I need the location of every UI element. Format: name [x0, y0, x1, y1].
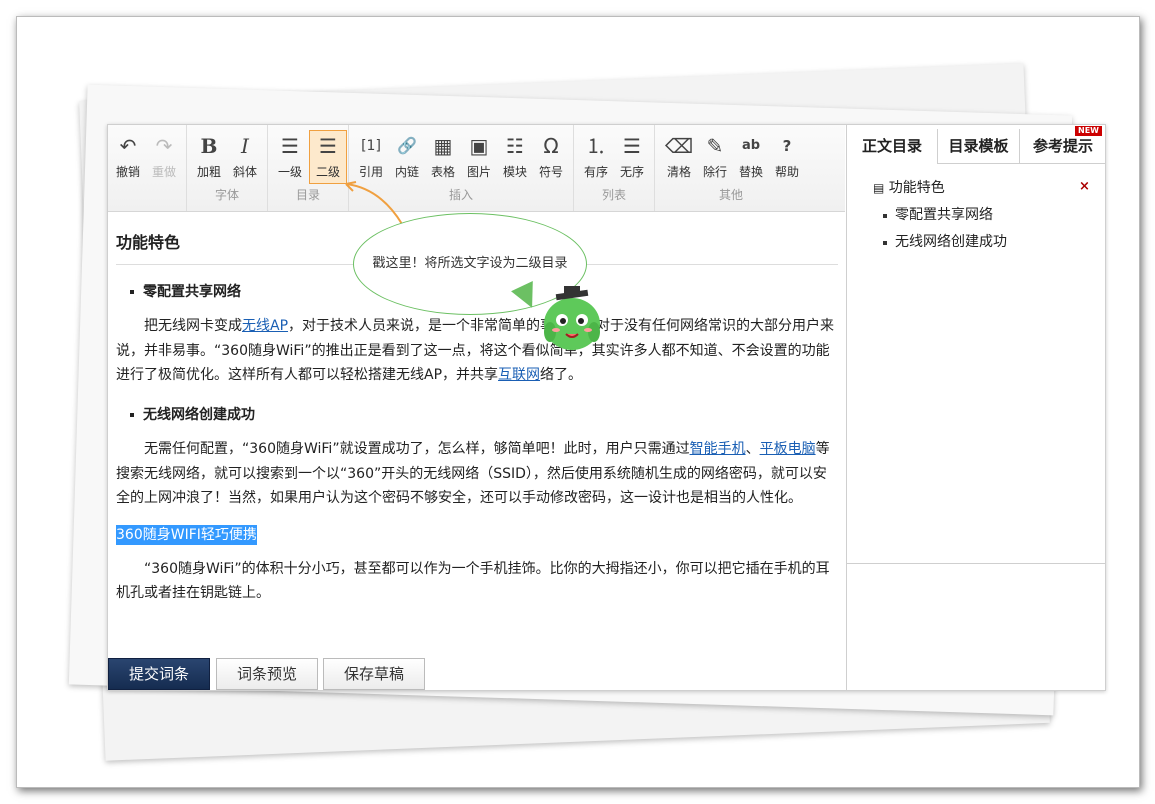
paragraph-1: 把无线网卡变成无线AP，对于技术人员来说，是一个非常简单的事情，但对于没有任何网… — [116, 318, 835, 383]
new-badge: NEW — [1075, 126, 1102, 136]
heading1-button[interactable]: ☰ 一级 — [272, 131, 308, 183]
toc-item-1[interactable]: 零配置共享网络 — [873, 202, 1007, 229]
unordered-list-icon: ☰ — [623, 134, 641, 158]
quote-button[interactable]: [1] 引用 — [353, 131, 389, 183]
side-panel: 正文目录 目录模板 参考提示 NEW ▤ 功能特色 零配置共享网络 无线网络创建… — [846, 125, 1106, 690]
paragraph-2: 无需任何配置，“360随身WiFi”就设置成功了，怎么样，够简单吧！此时，用户只… — [116, 441, 830, 506]
link-smartphone[interactable]: 智能手机 — [690, 441, 746, 457]
link-tablet[interactable]: 平板电脑 — [760, 441, 816, 457]
heading2-button[interactable]: ☰ 二级 — [309, 130, 347, 184]
symbol-icon: Ω — [543, 134, 559, 158]
close-icon[interactable]: × — [1079, 179, 1090, 194]
paragraph-3: “360随身WiFi”的体积十分小巧，甚至都可以作为一个手机挂饰。比你的大拇指还… — [116, 560, 830, 602]
undo-icon: ↶ — [119, 134, 137, 158]
internal-link-button[interactable]: 🔗 内链 — [389, 131, 425, 183]
table-icon: ▦ — [433, 134, 453, 158]
clear-format-button[interactable]: ⌫ 清格 — [661, 131, 697, 183]
selected-text[interactable]: 360随身WIFI轻巧便携 — [116, 524, 257, 545]
link-icon: 🔗 — [397, 136, 417, 155]
replace-button[interactable]: ab 替换 — [733, 131, 769, 183]
symbol-button[interactable]: Ω 符号 — [533, 131, 569, 183]
toolbar-group-toc: ☰ 一级 ☰ 二级 目录 — [268, 125, 349, 211]
subsection-heading-2: 无线网络创建成功 — [130, 403, 838, 428]
group-label-list: 列表 — [601, 188, 626, 202]
ordered-list-icon: ⒈ — [586, 134, 606, 158]
heading2-icon: ☰ — [319, 134, 337, 158]
group-label-other: 其他 — [718, 188, 743, 202]
italic-icon: I — [241, 134, 249, 158]
preview-entry-button[interactable]: 词条预览 — [216, 658, 318, 690]
unordered-list-button[interactable]: ☰ 无序 — [614, 131, 650, 183]
tab-toc[interactable]: 正文目录 — [847, 129, 938, 164]
italic-button[interactable]: I 斜体 — [227, 131, 263, 183]
wiki-editor: ↶ 撤销 ↷ 重做 B 加粗 I 斜体 字体 ☰ 一级 ☰ 二级 目录 [1] … — [107, 124, 1106, 691]
replace-icon: ab — [741, 138, 761, 153]
remove-line-button[interactable]: ✎ 除行 — [697, 131, 733, 183]
editor-toolbar: ↶ 撤销 ↷ 重做 B 加粗 I 斜体 字体 ☰ 一级 ☰ 二级 目录 [1] … — [108, 125, 845, 212]
clear-format-icon: ⌫ — [664, 134, 694, 158]
help-icon: ? — [782, 137, 792, 155]
toc-root[interactable]: ▤ 功能特色 — [873, 175, 1007, 202]
link-internet[interactable]: 互联网 — [498, 367, 540, 383]
toolbar-group-list: ⒈ 有序 ☰ 无序 列表 — [574, 125, 655, 211]
redo-icon: ↷ — [155, 134, 173, 158]
image-icon: ▣ — [469, 134, 489, 158]
side-tabs: 正文目录 目录模板 参考提示 NEW — [847, 126, 1106, 164]
help-button[interactable]: ? 帮助 — [769, 131, 805, 183]
save-draft-button[interactable]: 保存草稿 — [323, 658, 425, 690]
toc-root-icon: ▤ — [873, 181, 885, 195]
tab-reference-tips[interactable]: 参考提示 NEW — [1020, 126, 1106, 163]
undo-button[interactable]: ↶ 撤销 — [110, 131, 146, 183]
redo-button[interactable]: ↷ 重做 — [146, 131, 182, 183]
table-button[interactable]: ▦ 表格 — [425, 131, 461, 183]
toolbar-group-other: ⌫ 清格 ✎ 除行 ab 替换 ? 帮助 其他 — [655, 125, 807, 211]
toc-item-2[interactable]: 无线网络创建成功 — [873, 229, 1007, 256]
toc-tree: ▤ 功能特色 零配置共享网络 无线网络创建成功 — [873, 175, 1007, 256]
heading1-icon: ☰ — [281, 134, 299, 158]
toolbar-group-edit: ↶ 撤销 ↷ 重做 — [108, 125, 187, 211]
bold-button[interactable]: B 加粗 — [191, 131, 227, 183]
image-button[interactable]: ▣ 图片 — [461, 131, 497, 183]
module-button[interactable]: ☷ 模块 — [497, 131, 533, 183]
ordered-list-button[interactable]: ⒈ 有序 — [578, 131, 614, 183]
quote-icon: [1] — [361, 138, 381, 154]
remove-format-icon: ✎ — [706, 134, 724, 158]
toolbar-group-font: B 加粗 I 斜体 字体 — [187, 125, 268, 211]
submit-entry-button[interactable]: 提交词条 — [108, 658, 210, 690]
bold-icon: B — [200, 134, 218, 158]
module-icon: ☷ — [506, 134, 524, 158]
group-label-font: 字体 — [214, 188, 239, 202]
group-label-toc: 目录 — [295, 188, 320, 202]
panel-divider — [847, 563, 1106, 564]
mascot-icon — [544, 286, 600, 350]
link-wireless-ap[interactable]: 无线AP — [242, 318, 288, 334]
tab-toc-template[interactable]: 目录模板 — [938, 129, 1020, 163]
